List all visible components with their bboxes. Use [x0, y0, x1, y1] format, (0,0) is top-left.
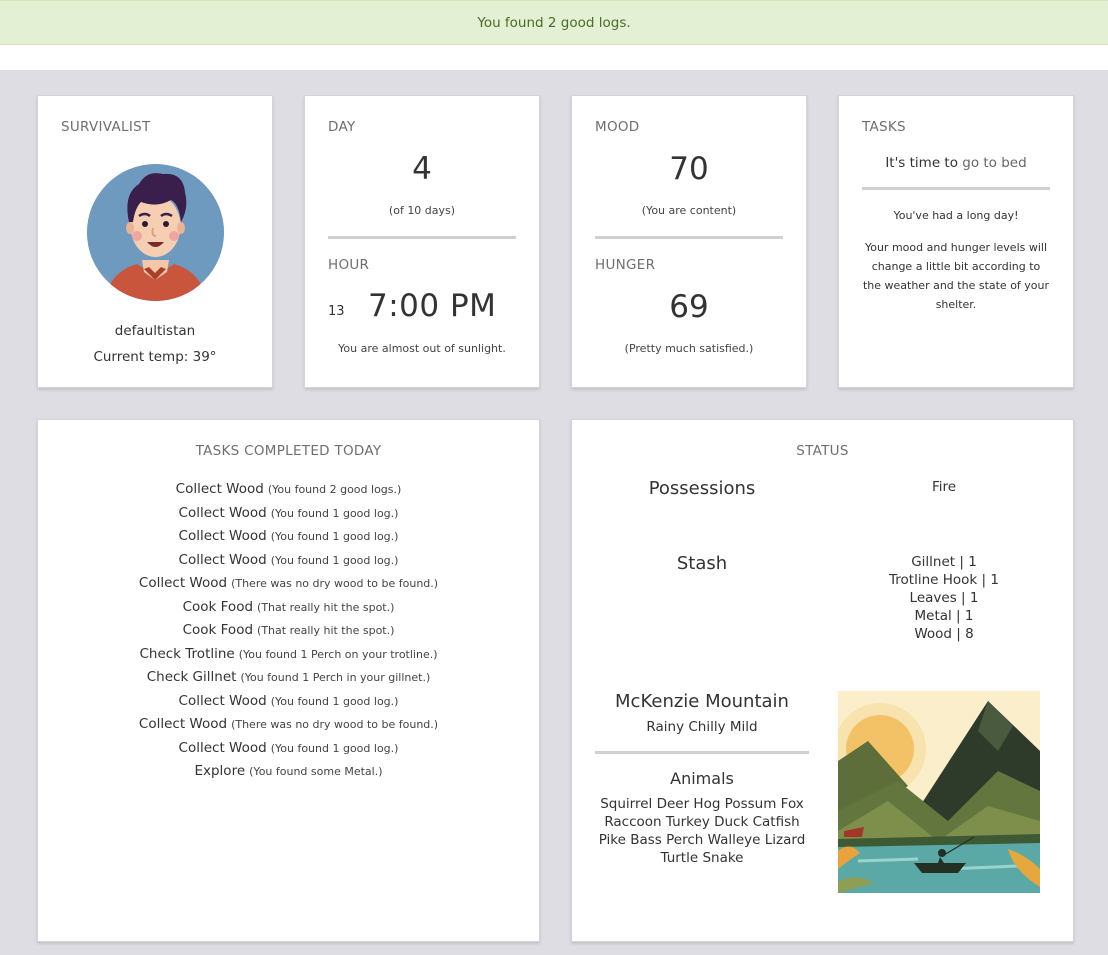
day-label: DAY	[328, 119, 356, 135]
list-item: Collect Wood (There was no dry wood to be…	[38, 572, 539, 596]
stash-label: Stash	[676, 553, 728, 574]
task-name: Collect Wood	[178, 528, 267, 544]
current-temp: Current temp: 39°	[93, 349, 217, 365]
task-note: (You found 1 good log.)	[270, 741, 399, 755]
mood-value: 70	[669, 151, 709, 187]
task-name: Collect Wood	[178, 692, 267, 709]
weather: Rainy Chilly Mild	[646, 719, 758, 735]
animals-line: Squirrel Deer Hog Possum Fox	[600, 796, 804, 812]
avatar	[87, 164, 224, 301]
location-name: McKenzie Mountain	[615, 691, 789, 712]
time-value: 7:00 PM	[368, 288, 497, 324]
list-item: Metal | 1	[914, 608, 974, 624]
mood-divider	[595, 236, 783, 239]
tasks-divider	[862, 187, 1050, 190]
dashboard: SURVIVALIST defaultistan Current temp: 3…	[0, 70, 1108, 955]
task-name: Collect Wood	[178, 504, 267, 521]
task-note: (You found some Metal.)	[249, 765, 383, 778]
day-divider	[328, 236, 516, 239]
list-item: Wood | 8	[914, 626, 974, 642]
list-item: Collect Wood (You found 1 good log.)	[38, 502, 539, 526]
task-name: Collect Wood	[138, 575, 228, 591]
hunger-value: 69	[669, 289, 709, 325]
task-note: (You found 1 Perch on your trotline.)	[238, 647, 438, 661]
animals-list: Squirrel Deer Hog Possum Fox Raccoon Tur…	[588, 795, 816, 867]
alert-message: You found 2 good logs.	[477, 14, 631, 31]
hunger-note: (Pretty much satisfied.)	[624, 342, 754, 355]
list-item: Check Gillnet (You found 1 Perch in your …	[38, 666, 539, 690]
username: defaultistan	[114, 323, 196, 339]
list-item: Cook Food (That really hit the spot.)	[38, 619, 539, 643]
animals-line: Raccoon Turkey Duck Catfish	[604, 814, 800, 830]
status-label: STATUS	[796, 443, 849, 459]
mood-note: (You are content)	[641, 204, 737, 217]
task-note: (You found 1 good log.)	[270, 694, 399, 708]
list-item: Leaves | 1	[909, 590, 979, 606]
task-note: (There was no dry wood to be found.)	[231, 718, 439, 731]
task-name: Cook Food	[182, 598, 254, 615]
completed-label: TASKS COMPLETED TODAY	[195, 443, 382, 459]
status-card: STATUS Possessions Fire Stash Gillnet | …	[571, 419, 1074, 942]
sunlight-note: You are almost out of sunlight.	[338, 342, 506, 355]
hour-number: 13	[328, 304, 345, 319]
list-item: Collect Wood (You found 1 good log.)	[38, 525, 539, 549]
mood-card: MOOD 70 (You are content) HUNGER 69 (Pre…	[571, 95, 807, 388]
task-note: (That really hit the spot.)	[257, 624, 395, 637]
mountain-landscape-illustration	[838, 691, 1040, 893]
day-value: 4	[412, 151, 432, 187]
survivalist-label: SURVIVALIST	[61, 119, 151, 135]
alert-banner: You found 2 good logs.	[0, 0, 1108, 45]
survivalist-card: SURVIVALIST defaultistan Current temp: 3…	[37, 95, 273, 388]
list-item: Collect Wood (You found 2 good logs.)	[38, 478, 539, 502]
list-item: Gillnet | 1	[911, 554, 977, 570]
possessions-list: Fire	[844, 478, 1044, 496]
hunger-label: HUNGER	[595, 257, 656, 273]
task-note: (You found 2 good logs.)	[267, 483, 402, 496]
task-name: Explore	[194, 763, 246, 779]
task-name: Cook Food	[182, 622, 254, 638]
task-name: Collect Wood	[138, 716, 228, 732]
go-to-bed-link[interactable]: go to bed	[962, 155, 1026, 171]
tasks-prompt-prefix: It's time to	[885, 155, 958, 171]
task-name: Check Gillnet	[146, 669, 237, 685]
hour-label: HOUR	[328, 257, 370, 273]
completed-list: Collect Wood (You found 2 good logs.) Col…	[38, 478, 539, 784]
tasks-card: TASKS It's time to go to bed You've had …	[838, 95, 1074, 388]
tasks-message-1: You've had a long day!	[893, 209, 1019, 222]
list-item: Check Trotline (You found 1 Perch on your…	[38, 643, 539, 667]
list-item: Trotline Hook | 1	[889, 572, 999, 588]
list-item: Explore (You found some Metal.)	[38, 760, 539, 784]
list-item: Fire	[931, 479, 957, 495]
mood-label: MOOD	[595, 119, 640, 135]
task-note: (There was no dry wood to be found.)	[231, 577, 439, 590]
possessions-label: Possessions	[648, 478, 756, 499]
list-item: Collect Wood (You found 1 good log.)	[38, 690, 539, 714]
animals-label: Animals	[670, 769, 734, 788]
animals-line: Turtle Snake	[660, 850, 744, 866]
task-name: Collect Wood	[178, 551, 267, 568]
list-item: Collect Wood (There was no dry wood to be…	[38, 713, 539, 737]
completed-card: TASKS COMPLETED TODAY Collect Wood (You f…	[37, 419, 540, 942]
avatar-illustration	[87, 164, 224, 301]
task-name: Collect Wood	[178, 739, 267, 756]
animals-line: Pike Bass Perch Walleye Lizard	[598, 832, 806, 848]
task-note: (That really hit the spot.)	[257, 600, 395, 614]
list-item: Collect Wood (You found 1 good log.)	[38, 549, 539, 573]
location-image	[838, 691, 1040, 893]
day-note: (of 10 days)	[388, 204, 456, 217]
stash-list: Gillnet | 1 Trotline Hook | 1 Leaves | 1…	[844, 553, 1044, 643]
task-note: (You found 1 good log.)	[270, 506, 399, 520]
list-item: Collect Wood (You found 1 good log.)	[38, 737, 539, 761]
task-name: Check Trotline	[139, 645, 235, 662]
tasks-label: TASKS	[862, 119, 906, 135]
tasks-message-2: Your mood and hunger levels will change …	[862, 241, 1050, 311]
list-item: Cook Food (That really hit the spot.)	[38, 596, 539, 620]
task-note: (You found 1 Perch in your gillnet.)	[240, 671, 431, 684]
tasks-prompt: It's time to go to bed	[839, 155, 1073, 171]
task-note: (You found 1 good log.)	[270, 553, 399, 567]
task-name: Collect Wood	[175, 481, 264, 497]
day-card: DAY 4 (of 10 days) HOUR 13 7:00 PM You a…	[304, 95, 540, 388]
task-note: (You found 1 good log.)	[270, 530, 399, 543]
location-divider	[595, 751, 809, 754]
